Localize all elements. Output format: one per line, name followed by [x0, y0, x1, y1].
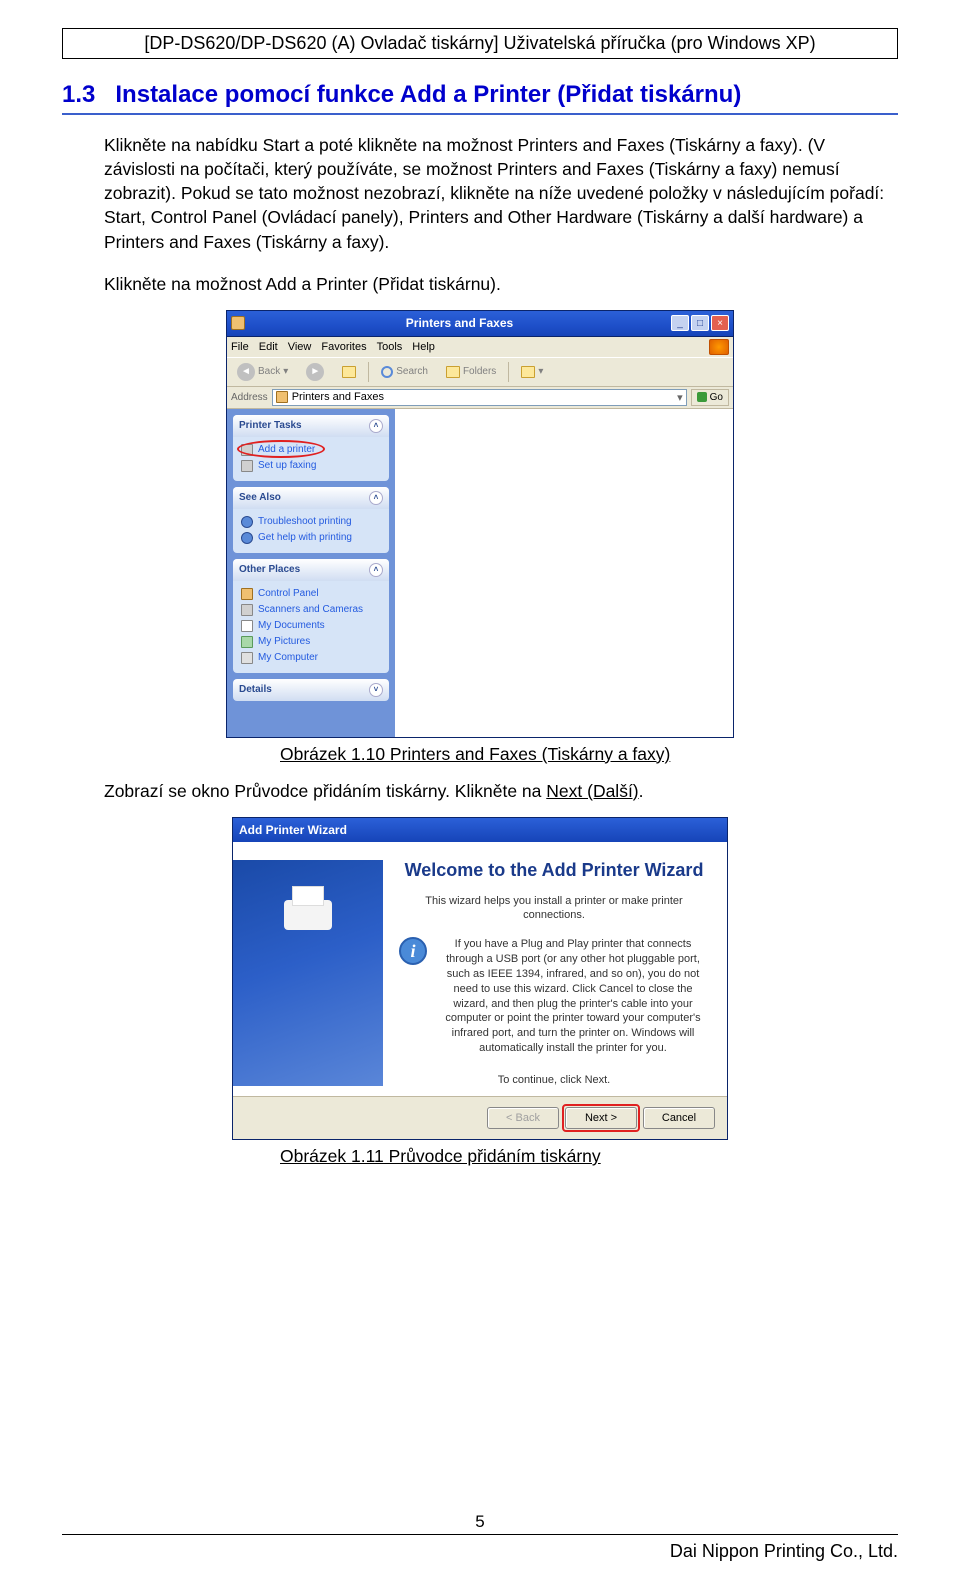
place-control-panel[interactable]: Control Panel — [241, 586, 381, 602]
panel-header-tasks[interactable]: Printer Tasks˄ — [233, 415, 389, 437]
panel-see-also: See Also˄ Troubleshoot printing Get help… — [233, 487, 389, 553]
menu-view[interactable]: View — [288, 341, 312, 353]
side-panel: Printer Tasks˄ Add a printer Set up faxi… — [227, 409, 395, 737]
go-button[interactable]: Go — [691, 389, 729, 406]
close-button[interactable]: × — [711, 315, 729, 331]
panel-details: Details˅ — [233, 679, 389, 701]
see-troubleshoot[interactable]: Troubleshoot printing — [241, 514, 381, 530]
printer-folder-icon — [231, 316, 245, 330]
page-header-box: [DP-DS620/DP-DS620 (A) Ovladač tiskárny]… — [62, 28, 898, 59]
menu-edit[interactable]: Edit — [259, 341, 278, 353]
address-value: Printers and Faxes — [292, 391, 384, 403]
views-icon — [521, 366, 535, 378]
wizard-button-row: < Back Next > Cancel — [233, 1096, 727, 1139]
address-dropdown-icon[interactable]: ▾ — [677, 391, 683, 404]
wizard-heading: Welcome to the Add Printer Wizard — [399, 860, 709, 882]
wizard-titlebar[interactable]: Add Printer Wizard — [233, 818, 727, 842]
back-arrow-icon: ◄ — [237, 363, 255, 381]
up-button[interactable] — [336, 363, 362, 381]
collapse-icon: ˄ — [369, 419, 383, 433]
page-number: 5 — [0, 1512, 960, 1532]
section-num: 1.3 — [62, 81, 95, 108]
toolbar-separator — [368, 362, 369, 382]
add-printer-wizard-window: Add Printer Wizard Welcome to the Add Pr… — [232, 817, 728, 1140]
panel-header-see[interactable]: See Also˄ — [233, 487, 389, 509]
panel-header-details[interactable]: Details˅ — [233, 679, 389, 701]
forward-arrow-icon: ► — [306, 363, 324, 381]
troubleshoot-icon — [241, 516, 253, 528]
wizard-content: Welcome to the Add Printer Wizard This w… — [399, 860, 709, 1086]
address-icon — [276, 391, 288, 403]
go-icon — [697, 392, 707, 402]
cancel-button[interactable]: Cancel — [643, 1107, 715, 1129]
documents-icon — [241, 620, 253, 632]
pictures-icon — [241, 636, 253, 648]
figure-1-caption: Obrázek 1.10 Printers and Faxes (Tiskárn… — [280, 744, 898, 765]
address-label: Address — [231, 392, 268, 403]
printers-faxes-window: Printers and Faxes _ □ × File Edit View … — [226, 310, 734, 738]
place-scanners[interactable]: Scanners and Cameras — [241, 602, 381, 618]
info-icon: i — [399, 937, 427, 965]
main-content-area — [395, 409, 733, 737]
company-name: Dai Nippon Printing Co., Ltd. — [62, 1541, 898, 1562]
wizard-info-box: i If you have a Plug and Play printer th… — [399, 937, 709, 1056]
collapse-icon: ˄ — [369, 563, 383, 577]
menu-help[interactable]: Help — [412, 341, 435, 353]
panel-printer-tasks: Printer Tasks˄ Add a printer Set up faxi… — [233, 415, 389, 481]
next-button[interactable]: Next > — [565, 1107, 637, 1129]
menu-file[interactable]: File — [231, 341, 249, 353]
folders-button[interactable]: Folders — [440, 363, 502, 381]
see-help[interactable]: Get help with printing — [241, 530, 381, 546]
panel-other-places: Other Places˄ Control Panel Scanners and… — [233, 559, 389, 673]
section-heading: 1.3 Instalace pomocí funkce Add a Printe… — [62, 81, 898, 115]
toolbar-separator — [508, 362, 509, 382]
address-bar: Address Printers and Faxes ▾ Go — [227, 387, 733, 409]
task-setup-faxing[interactable]: Set up faxing — [241, 458, 381, 474]
add-printer-icon — [241, 444, 253, 456]
views-button[interactable]: ▾ — [515, 363, 549, 381]
wizard-info-text: If you have a Plug and Play printer that… — [437, 937, 709, 1056]
minimize-button[interactable]: _ — [671, 315, 689, 331]
printer-icon — [278, 882, 338, 934]
folders-icon — [446, 366, 460, 378]
place-my-pictures[interactable]: My Pictures — [241, 634, 381, 650]
wizard-intro: This wizard helps you install a printer … — [399, 894, 709, 924]
search-button[interactable]: Search — [375, 363, 434, 381]
page-footer: 5 Dai Nippon Printing Co., Ltd. — [0, 1534, 960, 1562]
help-icon — [241, 532, 253, 544]
scanner-icon — [241, 604, 253, 616]
computer-icon — [241, 652, 253, 664]
forward-button[interactable]: ► — [300, 360, 330, 384]
folder-up-icon — [342, 366, 356, 378]
menu-tools[interactable]: Tools — [377, 341, 403, 353]
panel-header-other[interactable]: Other Places˄ — [233, 559, 389, 581]
window-title: Printers and Faxes — [250, 316, 669, 330]
search-icon — [381, 366, 393, 378]
header-text: [DP-DS620/DP-DS620 (A) Ovladač tiskárny]… — [144, 33, 815, 53]
maximize-button[interactable]: □ — [691, 315, 709, 331]
menu-bar: File Edit View Favorites Tools Help — [227, 337, 733, 357]
place-my-computer[interactable]: My Computer — [241, 650, 381, 666]
window-titlebar[interactable]: Printers and Faxes _ □ × — [227, 311, 733, 337]
place-my-documents[interactable]: My Documents — [241, 618, 381, 634]
wizard-title: Add Printer Wizard — [239, 823, 347, 837]
expand-icon: ˅ — [369, 683, 383, 697]
task-add-printer[interactable]: Add a printer — [241, 442, 381, 458]
collapse-icon: ˄ — [369, 491, 383, 505]
wizard-continue-text: To continue, click Next. — [399, 1074, 709, 1086]
control-panel-icon — [241, 588, 253, 600]
section-title-text: Instalace pomocí funkce Add a Printer (P… — [115, 81, 741, 108]
paragraph-2: Klikněte na možnost Add a Printer (Přida… — [104, 272, 898, 296]
back-button[interactable]: ◄Back▾ — [231, 360, 294, 384]
wizard-sidebar — [233, 860, 383, 1086]
back-button: < Back — [487, 1107, 559, 1129]
address-field[interactable]: Printers and Faxes ▾ — [272, 389, 687, 406]
toolbar: ◄Back▾ ► Search Folders ▾ — [227, 357, 733, 387]
windows-logo-icon — [709, 339, 729, 355]
paragraph-3: Zobrazí se okno Průvodce přidáním tiskár… — [104, 779, 898, 803]
fax-icon — [241, 460, 253, 472]
figure-2-caption: Obrázek 1.11 Průvodce přidáním tiskárny — [280, 1146, 898, 1167]
paragraph-1: Klikněte na nabídku Start a poté kliknět… — [104, 133, 898, 254]
menu-favorites[interactable]: Favorites — [321, 341, 366, 353]
